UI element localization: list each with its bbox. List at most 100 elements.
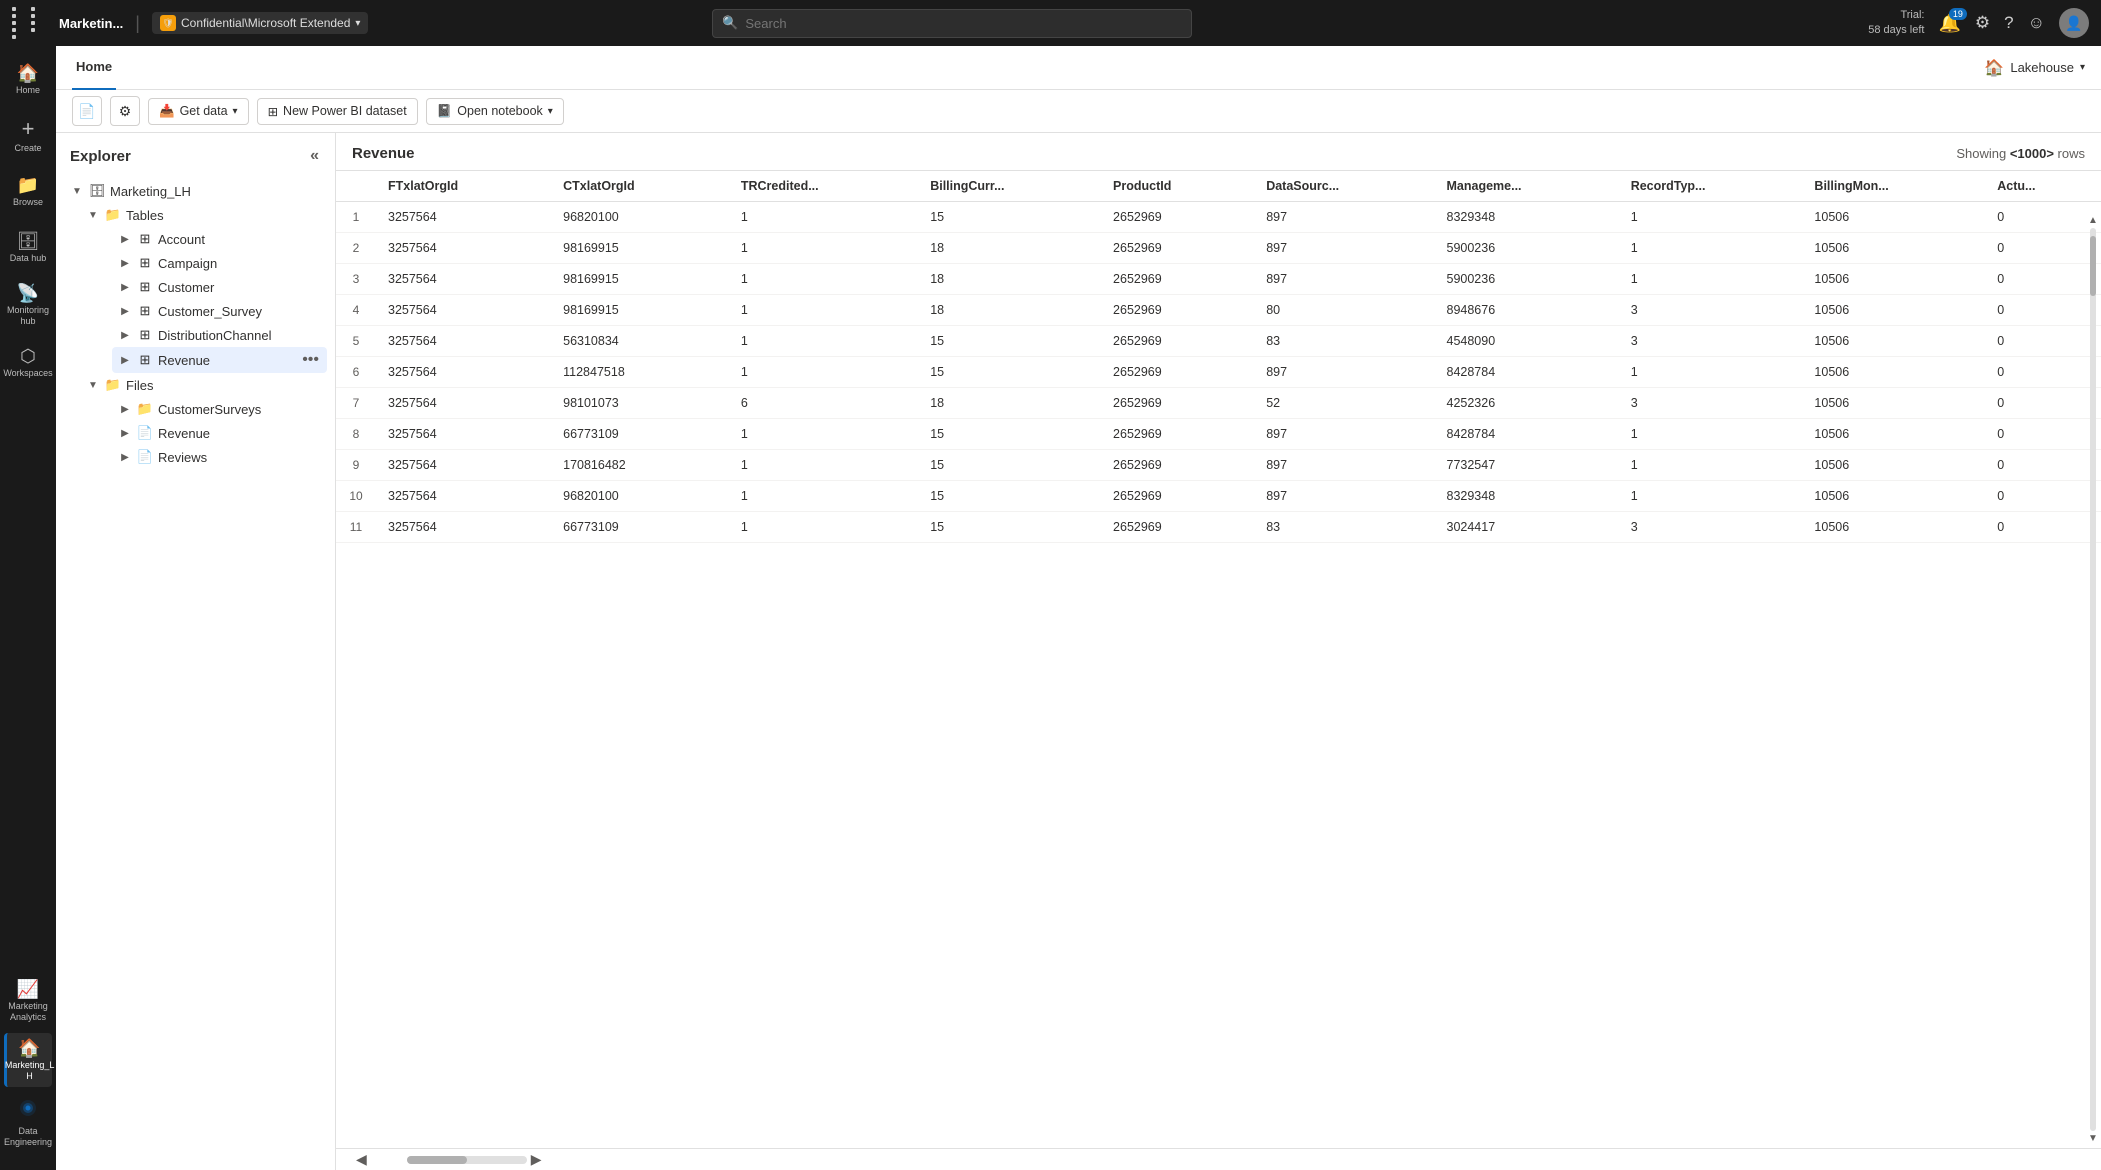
new-dataset-button[interactable]: ⊞ New Power BI dataset <box>257 98 418 125</box>
tree-item-account[interactable]: ▶ ⊞ Account <box>112 227 327 251</box>
chevron-down-icon: ▾ <box>355 18 360 29</box>
chevron-down-icon: ▼ <box>86 210 100 221</box>
get-data-label: Get data <box>180 104 228 118</box>
tree-item-files[interactable]: ▼ 📁 Files <box>80 373 327 397</box>
nav-item-data-hub[interactable]: 🗄 Data hub <box>4 222 52 274</box>
lakehouse-selector[interactable]: 🏠 Lakehouse ▾ <box>1984 58 2085 78</box>
workspaces-icon: ⬡ <box>20 347 36 365</box>
tree-item-marketing-lh[interactable]: ▼ 🗄 Marketing_LH <box>64 179 327 203</box>
nav-item-workspaces[interactable]: ⬡ Workspaces <box>4 337 52 389</box>
top-bar: Marketin... | 🛡 Confidential\Microsoft E… <box>0 0 2101 46</box>
scroll-up-icon[interactable]: ▲ <box>2088 215 2098 226</box>
tree-item-customer-survey[interactable]: ▶ ⊞ Customer_Survey <box>112 299 327 323</box>
top-bar-right: Trial: 58 days left 🔔 19 ⚙ ? ☺ 👤 <box>1868 8 2089 39</box>
row-num-cell: 9 <box>336 450 376 481</box>
create-icon: + <box>22 118 35 140</box>
col-header-ctxlat[interactable]: CTxlatOrgId <box>551 171 729 202</box>
data-cell: 1 <box>1619 202 1803 233</box>
nav-item-marketing-lh[interactable]: 🏠 Marketing_L H <box>4 1033 52 1088</box>
data-cell: 1 <box>1619 481 1803 512</box>
data-cell: 56310834 <box>551 326 729 357</box>
more-options-icon[interactable]: ••• <box>300 351 321 369</box>
data-cell: 6 <box>729 388 918 419</box>
lakehouse-label: Lakehouse <box>2010 60 2074 75</box>
data-cell: 8428784 <box>1435 419 1619 450</box>
home-tab[interactable]: Home <box>72 46 116 90</box>
tree-item-customer-surveys[interactable]: ▶ 📁 CustomerSurveys <box>112 397 327 421</box>
row-num-cell: 8 <box>336 419 376 450</box>
nav-item-monitoring[interactable]: 📡 Monitoring hub <box>4 278 52 333</box>
data-cell: 10506 <box>1802 388 1985 419</box>
scroll-down-icon[interactable]: ▼ <box>2088 1133 2098 1144</box>
data-cell: 3 <box>1619 295 1803 326</box>
row-num-cell: 4 <box>336 295 376 326</box>
tree-item-reviews[interactable]: ▶ 📄 Reviews <box>112 445 327 469</box>
nav-item-marketing-analytics[interactable]: 📈 Marketing Analytics <box>4 974 52 1029</box>
nav-item-browse[interactable]: 📁 Browse <box>4 166 52 218</box>
app-grid-menu[interactable] <box>12 7 47 39</box>
vertical-scrollbar[interactable]: ▲ ▼ <box>2089 211 2097 1148</box>
col-header-trcredited[interactable]: TRCredited... <box>729 171 918 202</box>
feedback-icon[interactable]: ☺ <box>2028 13 2045 33</box>
new-dataset-icon: ⊞ <box>268 104 278 119</box>
col-header-datasource[interactable]: DataSourc... <box>1254 171 1434 202</box>
tree-item-customer[interactable]: ▶ ⊞ Customer <box>112 275 327 299</box>
tree-item-tables[interactable]: ▼ 📁 Tables <box>80 203 327 227</box>
col-header-productid[interactable]: ProductId <box>1101 171 1254 202</box>
notifications-button[interactable]: 🔔 19 <box>1938 13 1960 34</box>
tree-item-revenue[interactable]: ▶ ⊞ Revenue ••• <box>112 347 327 373</box>
data-engineering-icon <box>17 1097 39 1123</box>
toolbar-doc-btn[interactable]: 📄 <box>72 96 102 126</box>
data-cell: 2652969 <box>1101 326 1254 357</box>
tree-item-campaign[interactable]: ▶ ⊞ Campaign <box>112 251 327 275</box>
table-icon: ⊞ <box>136 279 154 295</box>
table-header-row: FTxlatOrgId CTxlatOrgId TRCredited... Bi… <box>336 171 2101 202</box>
col-header-actu[interactable]: Actu... <box>1985 171 2101 202</box>
shield-icon: 🛡 <box>160 15 176 31</box>
col-header-management[interactable]: Manageme... <box>1435 171 1619 202</box>
col-header-ftxlat[interactable]: FTxlatOrgId <box>376 171 551 202</box>
search-input[interactable] <box>712 9 1192 38</box>
h-scroll-track[interactable] <box>407 1156 527 1164</box>
nav-item-home[interactable]: 🏠 Home <box>4 54 52 106</box>
data-cell: 66773109 <box>551 419 729 450</box>
nav-item-data-engineering[interactable]: Data Engineering <box>4 1091 52 1154</box>
file-icon: 📄 <box>136 425 154 441</box>
collapse-explorer-button[interactable]: « <box>308 145 321 167</box>
col-header-recordtype[interactable]: RecordTyp... <box>1619 171 1803 202</box>
tree-item-revenue-file[interactable]: ▶ 📄 Revenue <box>112 421 327 445</box>
data-cell: 3257564 <box>376 202 551 233</box>
nav-item-create[interactable]: + Create <box>4 110 52 162</box>
avatar[interactable]: 👤 <box>2059 8 2089 38</box>
table-row: 6325756411284751811526529698978428784110… <box>336 357 2101 388</box>
toolbar-settings-btn[interactable]: ⚙ <box>110 96 140 126</box>
data-cell: 98101073 <box>551 388 729 419</box>
data-cell: 3257564 <box>376 264 551 295</box>
col-header-billingcurr[interactable]: BillingCurr... <box>918 171 1101 202</box>
settings-icon[interactable]: ⚙ <box>1975 13 1990 33</box>
data-cell: 1 <box>729 264 918 295</box>
scroll-left-icon[interactable]: ◀ <box>352 1151 371 1168</box>
search-bar: 🔍 <box>712 9 1192 38</box>
data-cell: 98169915 <box>551 295 729 326</box>
data-cell: 8428784 <box>1435 357 1619 388</box>
file-folder-icon: 📁 <box>136 401 154 417</box>
monitoring-icon: 📡 <box>17 284 39 302</box>
header-bar: Home 🏠 Lakehouse ▾ <box>56 46 2101 90</box>
table-wrapper[interactable]: FTxlatOrgId CTxlatOrgId TRCredited... Bi… <box>336 171 2101 1148</box>
sensitivity-label[interactable]: 🛡 Confidential\Microsoft Extended ▾ <box>152 12 368 34</box>
tree-item-distribution-channel[interactable]: ▶ ⊞ DistributionChannel <box>112 323 327 347</box>
scroll-track[interactable] <box>2090 228 2096 1131</box>
scroll-right-icon[interactable]: ▶ <box>527 1151 546 1168</box>
chevron-down-icon: ▼ <box>70 186 84 197</box>
col-header-billingmon[interactable]: BillingMon... <box>1802 171 1985 202</box>
tree-label-distribution-channel: DistributionChannel <box>158 328 321 343</box>
help-icon[interactable]: ? <box>2004 13 2013 33</box>
data-cell: 15 <box>918 202 1101 233</box>
open-notebook-button[interactable]: 📓 Open notebook ▾ <box>426 98 564 125</box>
data-cell: 10506 <box>1802 419 1985 450</box>
data-cell: 96820100 <box>551 202 729 233</box>
data-cell: 1 <box>729 202 918 233</box>
data-cell: 15 <box>918 357 1101 388</box>
get-data-button[interactable]: 📥 Get data ▾ <box>148 98 249 125</box>
